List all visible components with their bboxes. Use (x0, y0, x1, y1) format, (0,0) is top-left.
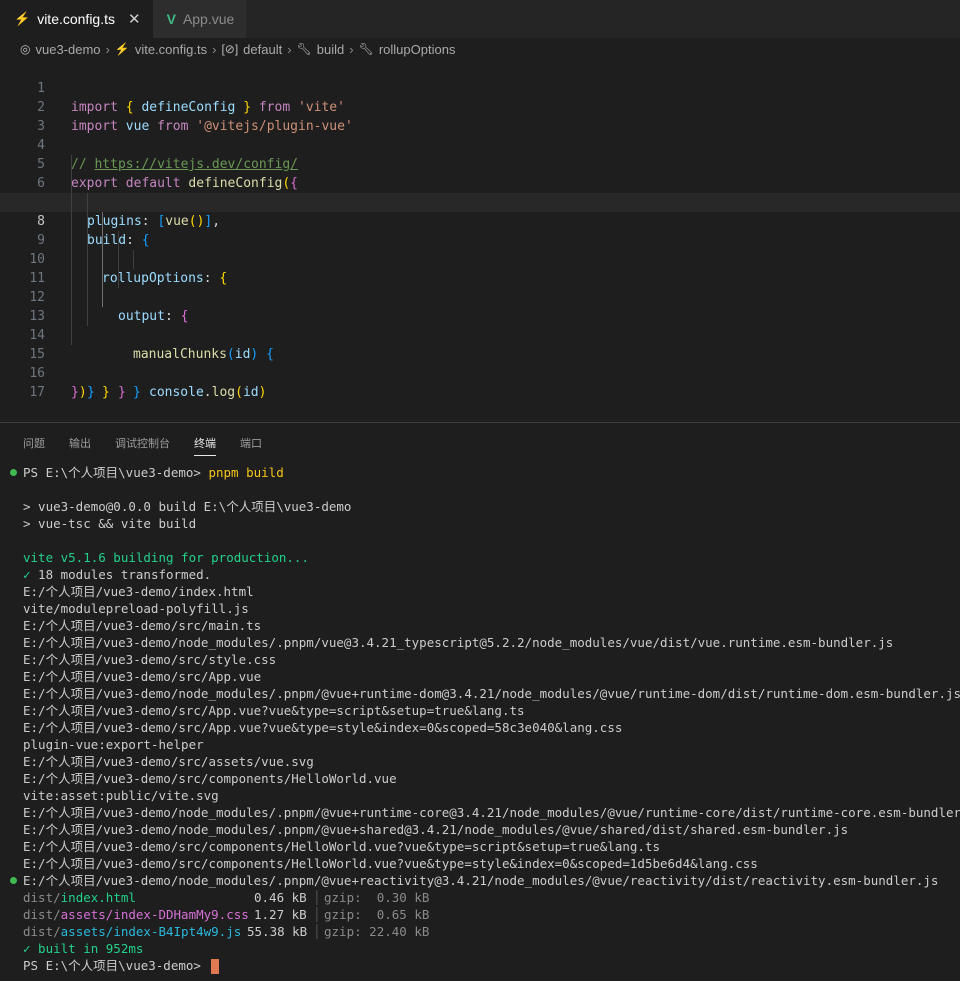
tab-debug-console[interactable]: 调试控制台 (115, 431, 170, 456)
output-gzip: gzip: 0.65 kB (324, 907, 430, 922)
vite-icon: ⚡ (14, 11, 31, 26)
code-line: 13 } (0, 288, 960, 400)
module-line: E:/个人项目/vue3-demo/node_modules/.pnpm/@vu… (23, 822, 849, 837)
tab-vite-config[interactable]: ⚡ vite.config.ts ✕ (0, 0, 153, 38)
code-line: 10 manualChunks(id) { (0, 231, 960, 362)
tab-label: vite.config.ts (37, 11, 116, 27)
module-line: vite/modulepreload-polyfill.js (23, 601, 249, 616)
terminal-line: ✓ 18 modules transformed. (23, 567, 212, 582)
code-line: 14 } (0, 307, 960, 400)
success-dot-icon (10, 469, 17, 476)
chevron-right-icon: › (212, 41, 217, 57)
code-line: 17 (0, 364, 960, 400)
terminal-cursor (211, 959, 220, 974)
tab-ports[interactable]: 端口 (240, 431, 262, 456)
success-dot-icon (10, 877, 17, 884)
column-divider: │ (313, 890, 321, 905)
tab-output[interactable]: 输出 (69, 431, 91, 456)
wrench-icon: 🔧︎ (296, 42, 312, 56)
module-line: E:/个人项目/vue3-demo/src/components/HelloWo… (23, 839, 660, 854)
code-line: 1 import { defineConfig } from 'vite' (0, 60, 960, 115)
code-line: 9 output: { (0, 212, 960, 324)
folder-circle-icon: ◎ (20, 42, 31, 56)
panel-tabs: 问题 输出 调试控制台 终端 端口 (23, 431, 286, 456)
code-editor[interactable]: 1 import { defineConfig } from 'vite' 2 … (0, 60, 960, 420)
code-line: 11 console.log(id) (0, 250, 960, 400)
code-line: 12 } (0, 269, 960, 400)
output-file-row: dist/assets/index-DDHamMy9.css (23, 907, 249, 922)
module-line: E:/个人项目/vue3-demo/src/main.ts (23, 618, 262, 633)
terminal-line: > vue3-demo@0.0.0 build E:\个人项目\vue3-dem… (23, 499, 352, 514)
module-line: E:/个人项目/vue3-demo/src/style.css (23, 652, 277, 667)
module-line: E:/个人项目/vue3-demo/src/App.vue?vue&type=s… (23, 703, 525, 718)
tab-app-vue[interactable]: V App.vue (152, 0, 247, 38)
module-line: E:/个人项目/vue3-demo/src/App.vue (23, 669, 262, 684)
code-line: 2 import vue from '@vitejs/plugin-vue' (0, 79, 960, 134)
chevron-right-icon: › (105, 41, 110, 57)
terminal-line: PS E:\个人项目\vue3-demo> pnpm build (23, 465, 284, 480)
breadcrumb-item-project[interactable]: vue3-demo (35, 42, 100, 57)
module-line: E:/个人项目/vue3-demo/node_modules/.pnpm/vue… (23, 635, 894, 650)
module-line: plugin-vue:export-helper (23, 737, 204, 752)
tab-problems[interactable]: 问题 (23, 431, 45, 456)
tab-label: App.vue (182, 11, 235, 27)
code-line: 4 // https://vitejs.dev/config/ (0, 117, 960, 172)
variable-icon: [⊘] (221, 42, 239, 56)
code-line: 5 export default defineConfig({ (0, 136, 960, 191)
vue-icon: V (166, 11, 176, 27)
bottom-panel: 问题 输出 调试控制台 终端 端口 PS E:\个人项目\vue3-demo> … (0, 422, 960, 981)
module-line: E:/个人项目/vue3-demo/src/assets/vue.svg (23, 754, 314, 769)
output-file-row: dist/index.html (23, 890, 136, 905)
wrench-icon: 🔧︎ (358, 42, 374, 56)
chevron-right-icon: › (349, 41, 354, 57)
module-line: E:/个人项目/vue3-demo/node_modules/.pnpm/@vu… (23, 686, 960, 701)
column-divider: │ (313, 907, 321, 922)
module-line: vite:asset:public/vite.svg (23, 788, 219, 803)
code-line: 7 build: { (0, 174, 960, 248)
module-line: E:/个人项目/vue3-demo/src/App.vue?vue&type=s… (23, 720, 623, 735)
output-gzip: gzip: 22.40 kB (324, 924, 430, 939)
breadcrumb-item-default[interactable]: default (243, 42, 282, 57)
code-line-current: 8 rollupOptions: { (0, 193, 960, 286)
editor-tab-bar: ⚡ vite.config.ts ✕ V App.vue (0, 0, 960, 38)
code-line: 3 (0, 98, 960, 134)
terminal-line: ✓ built in 952ms (23, 941, 144, 956)
module-line: E:/个人项目/vue3-demo/index.html (23, 584, 254, 599)
code-line: 16 }) (0, 345, 960, 400)
terminal-line: vite v5.1.6 building for production... (23, 550, 309, 565)
column-divider: │ (313, 924, 321, 939)
breadcrumb-item-file[interactable]: vite.config.ts (135, 42, 207, 57)
terminal-prompt: PS E:\个人项目\vue3-demo> (23, 957, 220, 974)
output-gzip: gzip: 0.30 kB (324, 890, 430, 905)
output-size: 1.27 kB (254, 907, 307, 922)
output-size: 0.46 kB (254, 890, 307, 905)
code-line: 6 plugins: [vue()], (0, 155, 960, 229)
chevron-right-icon: › (287, 41, 292, 57)
line-number: 17 (29, 385, 45, 400)
close-icon[interactable]: ✕ (128, 10, 141, 28)
terminal-line: > vue-tsc && vite build (23, 516, 197, 531)
breadcrumb-item-build[interactable]: build (317, 42, 344, 57)
module-line: E:/个人项目/vue3-demo/src/components/HelloWo… (23, 856, 758, 871)
module-line: E:/个人项目/vue3-demo/node_modules/.pnpm/@vu… (23, 873, 939, 888)
tab-terminal[interactable]: 终端 (194, 431, 216, 456)
module-line: E:/个人项目/vue3-demo/node_modules/.pnpm/@vu… (23, 805, 960, 820)
vite-icon: ⚡ (114, 42, 130, 56)
output-size: 55.38 kB (247, 924, 308, 939)
module-line: E:/个人项目/vue3-demo/src/components/HelloWo… (23, 771, 397, 786)
breadcrumb: ◎ vue3-demo › ⚡ vite.config.ts › [⊘] def… (0, 38, 960, 60)
code-line: 15 } (0, 326, 960, 400)
output-file-row: dist/assets/index-B4Ipt4w9.js (23, 924, 242, 939)
breadcrumb-item-rollup-options[interactable]: rollupOptions (379, 42, 456, 57)
